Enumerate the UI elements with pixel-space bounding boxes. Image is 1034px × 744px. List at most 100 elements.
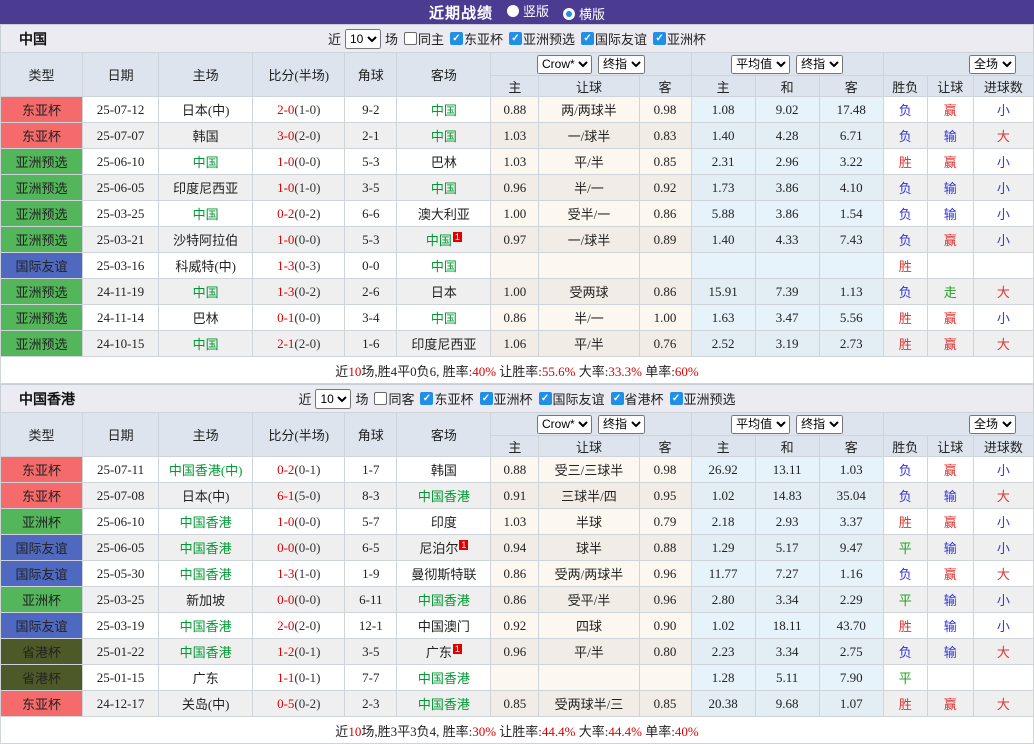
cell-corners: 0-0 (344, 252, 398, 279)
section-1: 中国香港近 10 场同客 ✓ 东亚杯 ✓ 亚洲杯 ✓ 国际友谊 ✓ 省港杯 ✓ 亚洲预选 类型 日期 主场 比分… (0, 384, 1034, 744)
team-name: 中国 (430, 181, 457, 196)
cell-score: 0-2(0-1) (252, 456, 346, 483)
cell-avg-draw: 9.02 (754, 96, 820, 123)
cell-away-team: 中国香港 (396, 664, 492, 691)
cell-handicap-line: 受三/三球半 (538, 456, 640, 483)
cell-avg-draw: 3.19 (754, 330, 820, 357)
cell-result: 平 (882, 586, 928, 613)
cell-date: 25-06-10 (82, 508, 160, 535)
recent-count-select[interactable]: 10 (344, 28, 381, 49)
average-select[interactable]: 终指 (796, 54, 844, 74)
cell-avg-home: 15.91 (690, 278, 756, 305)
cell-handicap-result: 输 (926, 534, 974, 561)
cell-goals-result: 小 (972, 586, 1034, 613)
cell-odds-home: 0.86 (490, 586, 540, 613)
team-name: 印度尼西亚 (173, 181, 239, 196)
cell-avg-away: 2.75 (818, 638, 884, 665)
team-name: 中国香港 (417, 671, 470, 686)
match-row: 省港杯 25-01-22 中国香港 1-2(0-1) 3-5 广东 1 0.96 平/半 0.80… (0, 638, 1034, 665)
cell-competition: 国际友谊 (0, 252, 84, 279)
same-venue-checkbox[interactable] (403, 32, 417, 45)
cell-away-team: 尼泊尔 1 (396, 534, 492, 561)
cell-corners: 12-1 (344, 612, 398, 639)
team-name: 科威特(中) (175, 259, 236, 274)
games-label: 场 (355, 392, 369, 407)
cell-handicap-line: 半/一 (538, 304, 640, 331)
cell-home-team: 中国 (158, 200, 254, 227)
team-name: 日本 (430, 285, 457, 300)
competition-checkbox[interactable]: ✓ (610, 392, 624, 405)
column-header: 客场 (396, 412, 492, 457)
period-select[interactable]: 全场 (969, 414, 1016, 434)
fulltime-score: 0-5 (277, 695, 295, 711)
fulltime-score: 0-2 (277, 205, 295, 221)
cell-odds-home: 1.00 (490, 278, 540, 305)
cell-away-team: 广东 1 (396, 638, 492, 665)
cell-goals-result: 大 (972, 690, 1034, 717)
competition-checkbox[interactable]: ✓ (449, 32, 463, 45)
team-name: 中国香港 (417, 697, 470, 712)
team-name: 韩国 (430, 463, 457, 478)
period-select[interactable]: 全场 (969, 54, 1016, 74)
cell-date: 25-01-15 (82, 664, 160, 691)
cell-home-team: 韩国 (158, 122, 254, 149)
cell-avg-home: 1.73 (690, 174, 756, 201)
layout-radio-0[interactable]: 竖版 (506, 1, 549, 20)
cell-result: 胜 (882, 304, 928, 331)
summary-segment: 33.3% (608, 363, 642, 379)
cell-away-team: 中国 (396, 96, 492, 123)
bookmaker-select[interactable]: Crow* (537, 414, 592, 434)
average-select[interactable]: 平均值 (731, 54, 791, 74)
competition-checkbox[interactable]: ✓ (653, 32, 667, 45)
team-name: 中国 (192, 337, 219, 352)
cell-away-team: 韩国 (396, 456, 492, 483)
column-header: 客场 (396, 52, 492, 97)
cell-odds-away: 0.76 (638, 330, 692, 357)
competition-checkbox[interactable]: ✓ (538, 392, 552, 405)
radio-label: 竖版 (522, 4, 549, 19)
cell-avg-away: 35.04 (818, 482, 884, 509)
fulltime-score: 0-0 (277, 539, 295, 555)
cell-result: 胜 (882, 148, 928, 175)
summary-segment: 60% (674, 363, 699, 379)
summary-segment: 40% (472, 363, 497, 379)
competition-checkbox[interactable]: ✓ (669, 392, 683, 405)
cell-away-team: 中国香港 (396, 690, 492, 717)
cell-avg-home: 2.18 (690, 508, 756, 535)
team-name: 巴林 (192, 311, 219, 326)
recent-count-select[interactable]: 10 (315, 388, 352, 409)
bookmaker-select[interactable]: 终指 (598, 414, 645, 434)
cell-date: 25-06-05 (82, 174, 160, 201)
competition-checkbox[interactable]: ✓ (479, 392, 493, 405)
fulltime-score: 0-2 (277, 461, 295, 477)
cell-score: 1-3(0-3) (252, 252, 346, 279)
cell-odds-away: 0.92 (638, 174, 692, 201)
cell-goals-result: 大 (972, 638, 1034, 665)
match-row: 亚洲预选 25-06-05 印度尼西亚 1-0(1-0) 3-5 中国 0.96 半/一 0.9… (0, 174, 1034, 201)
average-select[interactable]: 平均值 (731, 414, 791, 434)
competition-checkbox[interactable]: ✓ (581, 32, 595, 45)
cell-corners: 5-3 (344, 148, 398, 175)
competition-checkbox[interactable]: ✓ (420, 392, 434, 405)
cell-date: 25-03-25 (82, 200, 160, 227)
team-name: 曼彻斯特联 (411, 567, 477, 582)
column-header: 主场 (158, 52, 254, 97)
cell-odds-home: 1.03 (490, 508, 540, 535)
cell-competition: 国际友谊 (0, 534, 84, 561)
match-row: 东亚杯 25-07-07 韩国 3-0(2-0) 2-1 中国 1.03 一/球半 0.83 1.… (0, 122, 1034, 149)
cell-corners: 6-6 (344, 200, 398, 227)
team-name: 澳大利亚 (417, 207, 470, 222)
cell-competition: 亚洲预选 (0, 148, 84, 175)
bookmaker-select[interactable]: 终指 (598, 54, 645, 74)
competition-checkbox[interactable]: ✓ (509, 32, 522, 45)
team-name: 中国香港 (179, 645, 232, 660)
average-select[interactable]: 终指 (796, 414, 844, 434)
cell-corners: 1-9 (344, 560, 398, 587)
bookmaker-select[interactable]: Crow* (537, 54, 592, 74)
layout-radio-1[interactable]: 横版 (563, 4, 605, 23)
cell-competition: 东亚杯 (0, 456, 84, 483)
same-venue-label: 同客 (388, 392, 415, 407)
same-venue-checkbox[interactable] (374, 392, 388, 405)
team-name: 中国香港 (179, 541, 232, 556)
column-subheader: 和 (754, 75, 820, 97)
